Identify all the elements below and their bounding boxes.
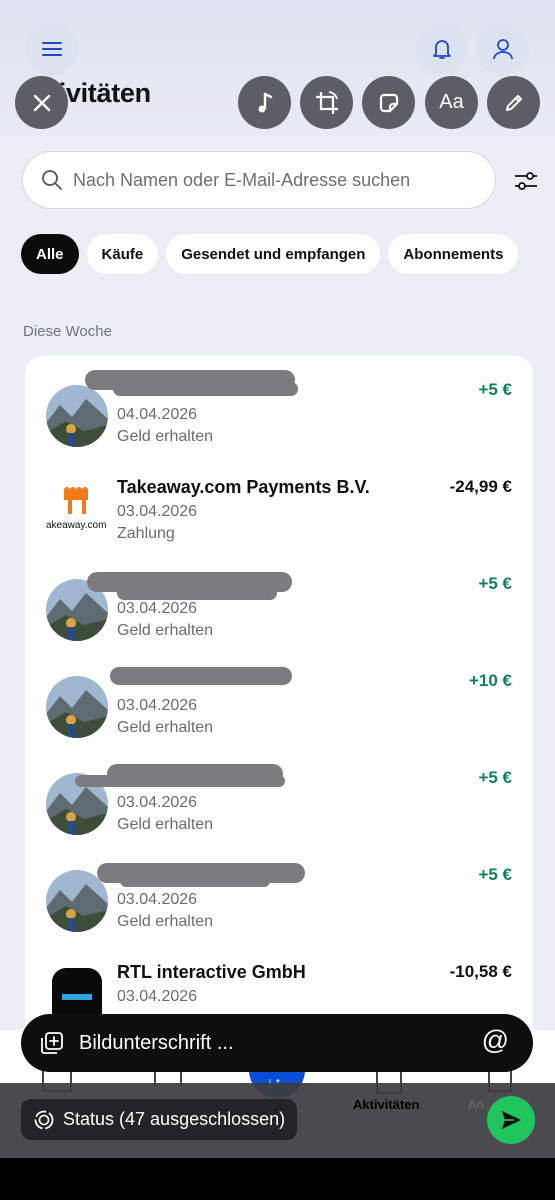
transaction-date: 04.04.2026 (117, 406, 198, 423)
status-label: Status (47 ausgeschlossen) (63, 1109, 286, 1129)
add-media-icon (41, 1032, 63, 1054)
menu-button[interactable] (25, 22, 78, 75)
chip-gesendet-empfangen[interactable]: Gesendet und empfangen (166, 234, 381, 274)
text-icon: Aa (439, 91, 464, 113)
transaction-amount: +5 € (478, 380, 512, 399)
transaction-amount: -10,58 € (449, 962, 512, 981)
transaction-amount: +5 € (478, 768, 512, 787)
search-input[interactable]: Nach Namen oder E-Mail-Adresse suchen (22, 151, 496, 209)
mention-button[interactable]: @ (482, 1025, 509, 1056)
takeaway-logo: akeaway.com (46, 482, 108, 544)
transaction-type: Geld erhalten (117, 622, 214, 639)
avatar (46, 676, 108, 738)
caption-placeholder: Bildunterschrift ... (79, 1031, 234, 1054)
transaction-row[interactable]: akeaway.com Takeaway.com Payments B.V. 0… (25, 453, 533, 549)
transaction-date: 03.04.2026 (117, 794, 198, 811)
transaction-amount: +10 € (468, 671, 512, 690)
crop-tool-button[interactable] (300, 76, 353, 129)
search-icon (42, 170, 62, 190)
transaction-row[interactable]: 03.04.2026 Geld erhalten +5 € (25, 744, 533, 840)
takeaway-logo-text: akeaway.com (46, 520, 107, 531)
transaction-amount: +5 € (478, 574, 512, 593)
system-bottom-bar (0, 1158, 555, 1200)
avatar (46, 385, 108, 447)
transaction-name: Takeaway.com Payments B.V. (117, 477, 370, 497)
search-placeholder: Nach Namen oder E-Mail-Adresse suchen (73, 169, 411, 190)
transaction-row[interactable]: 03.04.2026 Geld erhalten +10 € (25, 647, 533, 743)
transaction-row[interactable]: 03.04.2026 Geld erhalten +5 € (25, 841, 533, 937)
transaction-date: 03.04.2026 (117, 600, 198, 617)
music-icon (258, 92, 272, 112)
bell-icon (432, 39, 451, 59)
send-arrow-icon (502, 1111, 521, 1129)
filter-settings-button[interactable] (512, 167, 540, 195)
user-icon (492, 38, 513, 59)
redacted-name (113, 382, 298, 396)
hamburger-icon (41, 41, 62, 56)
music-tool-button[interactable] (238, 76, 291, 129)
redacted-name (117, 586, 277, 600)
transaction-type: Geld erhalten (117, 913, 214, 930)
redacted-name (120, 875, 270, 887)
transaction-date: 03.04.2026 (117, 697, 198, 714)
transaction-type: Zahlung (117, 525, 175, 542)
transaction-name: RTL interactive GmbH (117, 962, 306, 982)
transaction-row[interactable]: 03.04.2026 Geld erhalten +5 € (25, 550, 533, 646)
transaction-date: 03.04.2026 (117, 503, 198, 520)
transaction-type: Geld erhalten (117, 428, 214, 445)
transaction-row[interactable]: 04.04.2026 Geld erhalten +5 € (25, 356, 533, 452)
nav-label-partial[interactable]: An (468, 1097, 484, 1112)
sticker-tool-button[interactable] (362, 76, 415, 129)
text-tool-button[interactable]: Aa (425, 76, 478, 129)
pen-icon (505, 94, 522, 111)
redacted-name (75, 775, 285, 787)
notifications-button[interactable] (415, 22, 468, 75)
chip-kaeufe[interactable]: Käufe (86, 234, 159, 274)
section-label: Diese Woche (23, 323, 112, 340)
chip-alle[interactable]: Alle (21, 234, 79, 274)
transaction-amount: +5 € (478, 865, 512, 884)
status-audience-button[interactable]: Status (47 ausgeschlossen) (21, 1099, 298, 1140)
status-circle-icon (34, 1110, 54, 1129)
close-editor-button[interactable] (15, 76, 68, 129)
close-icon (33, 94, 50, 111)
filter-chips: Alle Käufe Gesendet und empfangen Abonne… (21, 234, 519, 274)
crop-rotate-icon (315, 90, 338, 114)
transaction-date: 03.04.2026 (117, 988, 198, 1005)
nav-label-activity[interactable]: Aktivitäten (353, 1097, 419, 1112)
transaction-type: Geld erhalten (117, 719, 214, 736)
caption-input[interactable]: Bildunterschrift ... @ (21, 1014, 533, 1072)
transaction-amount: -24,99 € (449, 477, 512, 496)
sticker-icon (379, 93, 398, 112)
send-button[interactable] (487, 1096, 535, 1144)
profile-button[interactable] (476, 22, 529, 75)
transaction-type: Geld erhalten (117, 816, 214, 833)
draw-tool-button[interactable] (487, 76, 540, 129)
chip-abonnements[interactable]: Abonnements (388, 234, 519, 274)
sliders-icon (515, 172, 537, 190)
transactions-list: 04.04.2026 Geld erhalten +5 € akeaway.co… (25, 356, 533, 1056)
transaction-date: 03.04.2026 (117, 891, 198, 908)
redacted-name (110, 667, 292, 685)
